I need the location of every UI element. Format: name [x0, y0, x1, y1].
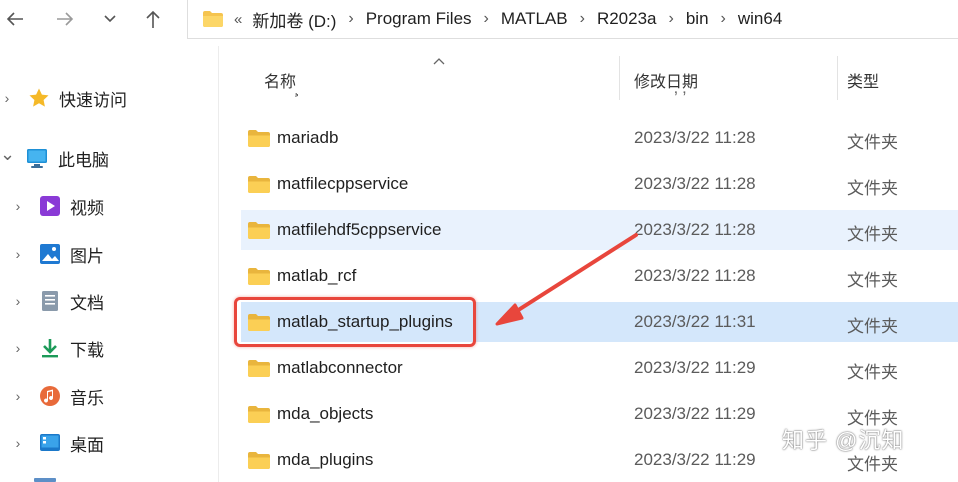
- sidebar-item-label: 快速访问: [59, 90, 127, 110]
- sidebar-item-music[interactable]: › 音乐: [0, 376, 218, 416]
- video-icon: [40, 196, 60, 216]
- sidebar-item-documents[interactable]: › 文档: [0, 281, 218, 321]
- crumb-program-files[interactable]: Program Files: [366, 9, 472, 29]
- annotation-arrow-icon: [495, 233, 638, 326]
- overflow-crumb[interactable]: «: [234, 11, 242, 28]
- expand-icon[interactable]: ›: [11, 435, 25, 451]
- sidebar-item-this-pc[interactable]: ⌄ 此电脑: [0, 138, 218, 178]
- file-list-pane: 名称 修改日期 类型 ¸ ‚ ‚ mariadb 2023/3/22 11:28…: [219, 46, 958, 482]
- crumb-r2023a[interactable]: R2023a: [597, 9, 657, 29]
- sidebar-item-label: 此电脑: [58, 150, 109, 170]
- back-button[interactable]: [0, 6, 30, 32]
- chevron-right-icon[interactable]: ›: [348, 10, 353, 28]
- expand-icon[interactable]: ›: [11, 246, 25, 262]
- crumb-drive[interactable]: 新加卷 (D:): [252, 7, 336, 32]
- expand-icon[interactable]: ›: [11, 388, 25, 404]
- sidebar-item-label: 视频: [70, 198, 104, 218]
- arrow-right-icon: [57, 12, 74, 26]
- crumb-bin[interactable]: bin: [686, 9, 709, 29]
- toolbar: « 新加卷 (D:) › Program Files › MATLAB › R2…: [0, 0, 958, 46]
- chevron-right-icon[interactable]: ›: [484, 10, 489, 28]
- watermark-text: 知乎 @沉知: [782, 428, 905, 453]
- address-bar[interactable]: « 新加卷 (D:) › Program Files › MATLAB › R2…: [187, 0, 958, 39]
- navigation-pane: › 快速访问 ⌄ 此电脑 › 视频 › 图片 › 文档 › 下载 › 音乐 › …: [0, 46, 219, 482]
- picture-icon: [40, 244, 60, 264]
- expand-icon[interactable]: ›: [0, 90, 14, 106]
- sidebar-item-desktop[interactable]: › 桌面: [0, 423, 218, 463]
- expand-icon[interactable]: ›: [11, 198, 25, 214]
- folder-icon: [203, 11, 223, 27]
- crumb-matlab[interactable]: MATLAB: [501, 9, 568, 29]
- music-icon: [40, 386, 60, 406]
- expand-icon[interactable]: ›: [11, 340, 25, 356]
- recent-locations-button[interactable]: [95, 6, 125, 32]
- chevron-down-icon: [104, 15, 116, 23]
- collapse-icon[interactable]: ⌄: [0, 144, 15, 165]
- sidebar-item-videos[interactable]: › 视频: [0, 186, 218, 226]
- arrow-left-icon: [6, 12, 23, 26]
- sidebar-item-label: 桌面: [70, 435, 104, 455]
- chevron-right-icon[interactable]: ›: [580, 10, 585, 28]
- sidebar-item-pictures[interactable]: › 图片: [0, 234, 218, 274]
- forward-button[interactable]: [50, 6, 80, 32]
- expand-icon[interactable]: ›: [11, 293, 25, 309]
- download-icon: [42, 339, 58, 358]
- chevron-right-icon[interactable]: ›: [669, 10, 674, 28]
- crumb-win64[interactable]: win64: [738, 9, 782, 29]
- sidebar-item-quick-access[interactable]: › 快速访问: [0, 78, 218, 118]
- partial-item-icon: [34, 478, 56, 482]
- document-icon: [42, 291, 58, 311]
- sidebar-item-label: 图片: [70, 246, 104, 266]
- chevron-right-icon[interactable]: ›: [721, 10, 726, 28]
- sidebar-item-label: 下载: [70, 340, 104, 360]
- sidebar-item-label: 音乐: [70, 388, 104, 408]
- arrow-up-icon: [146, 10, 160, 28]
- desktop-icon: [40, 434, 60, 451]
- star-icon: [29, 88, 49, 107]
- sidebar-item-label: 文档: [70, 293, 104, 313]
- sidebar-item-downloads[interactable]: › 下载: [0, 328, 218, 368]
- up-button[interactable]: [138, 6, 168, 32]
- computer-icon: [27, 149, 47, 168]
